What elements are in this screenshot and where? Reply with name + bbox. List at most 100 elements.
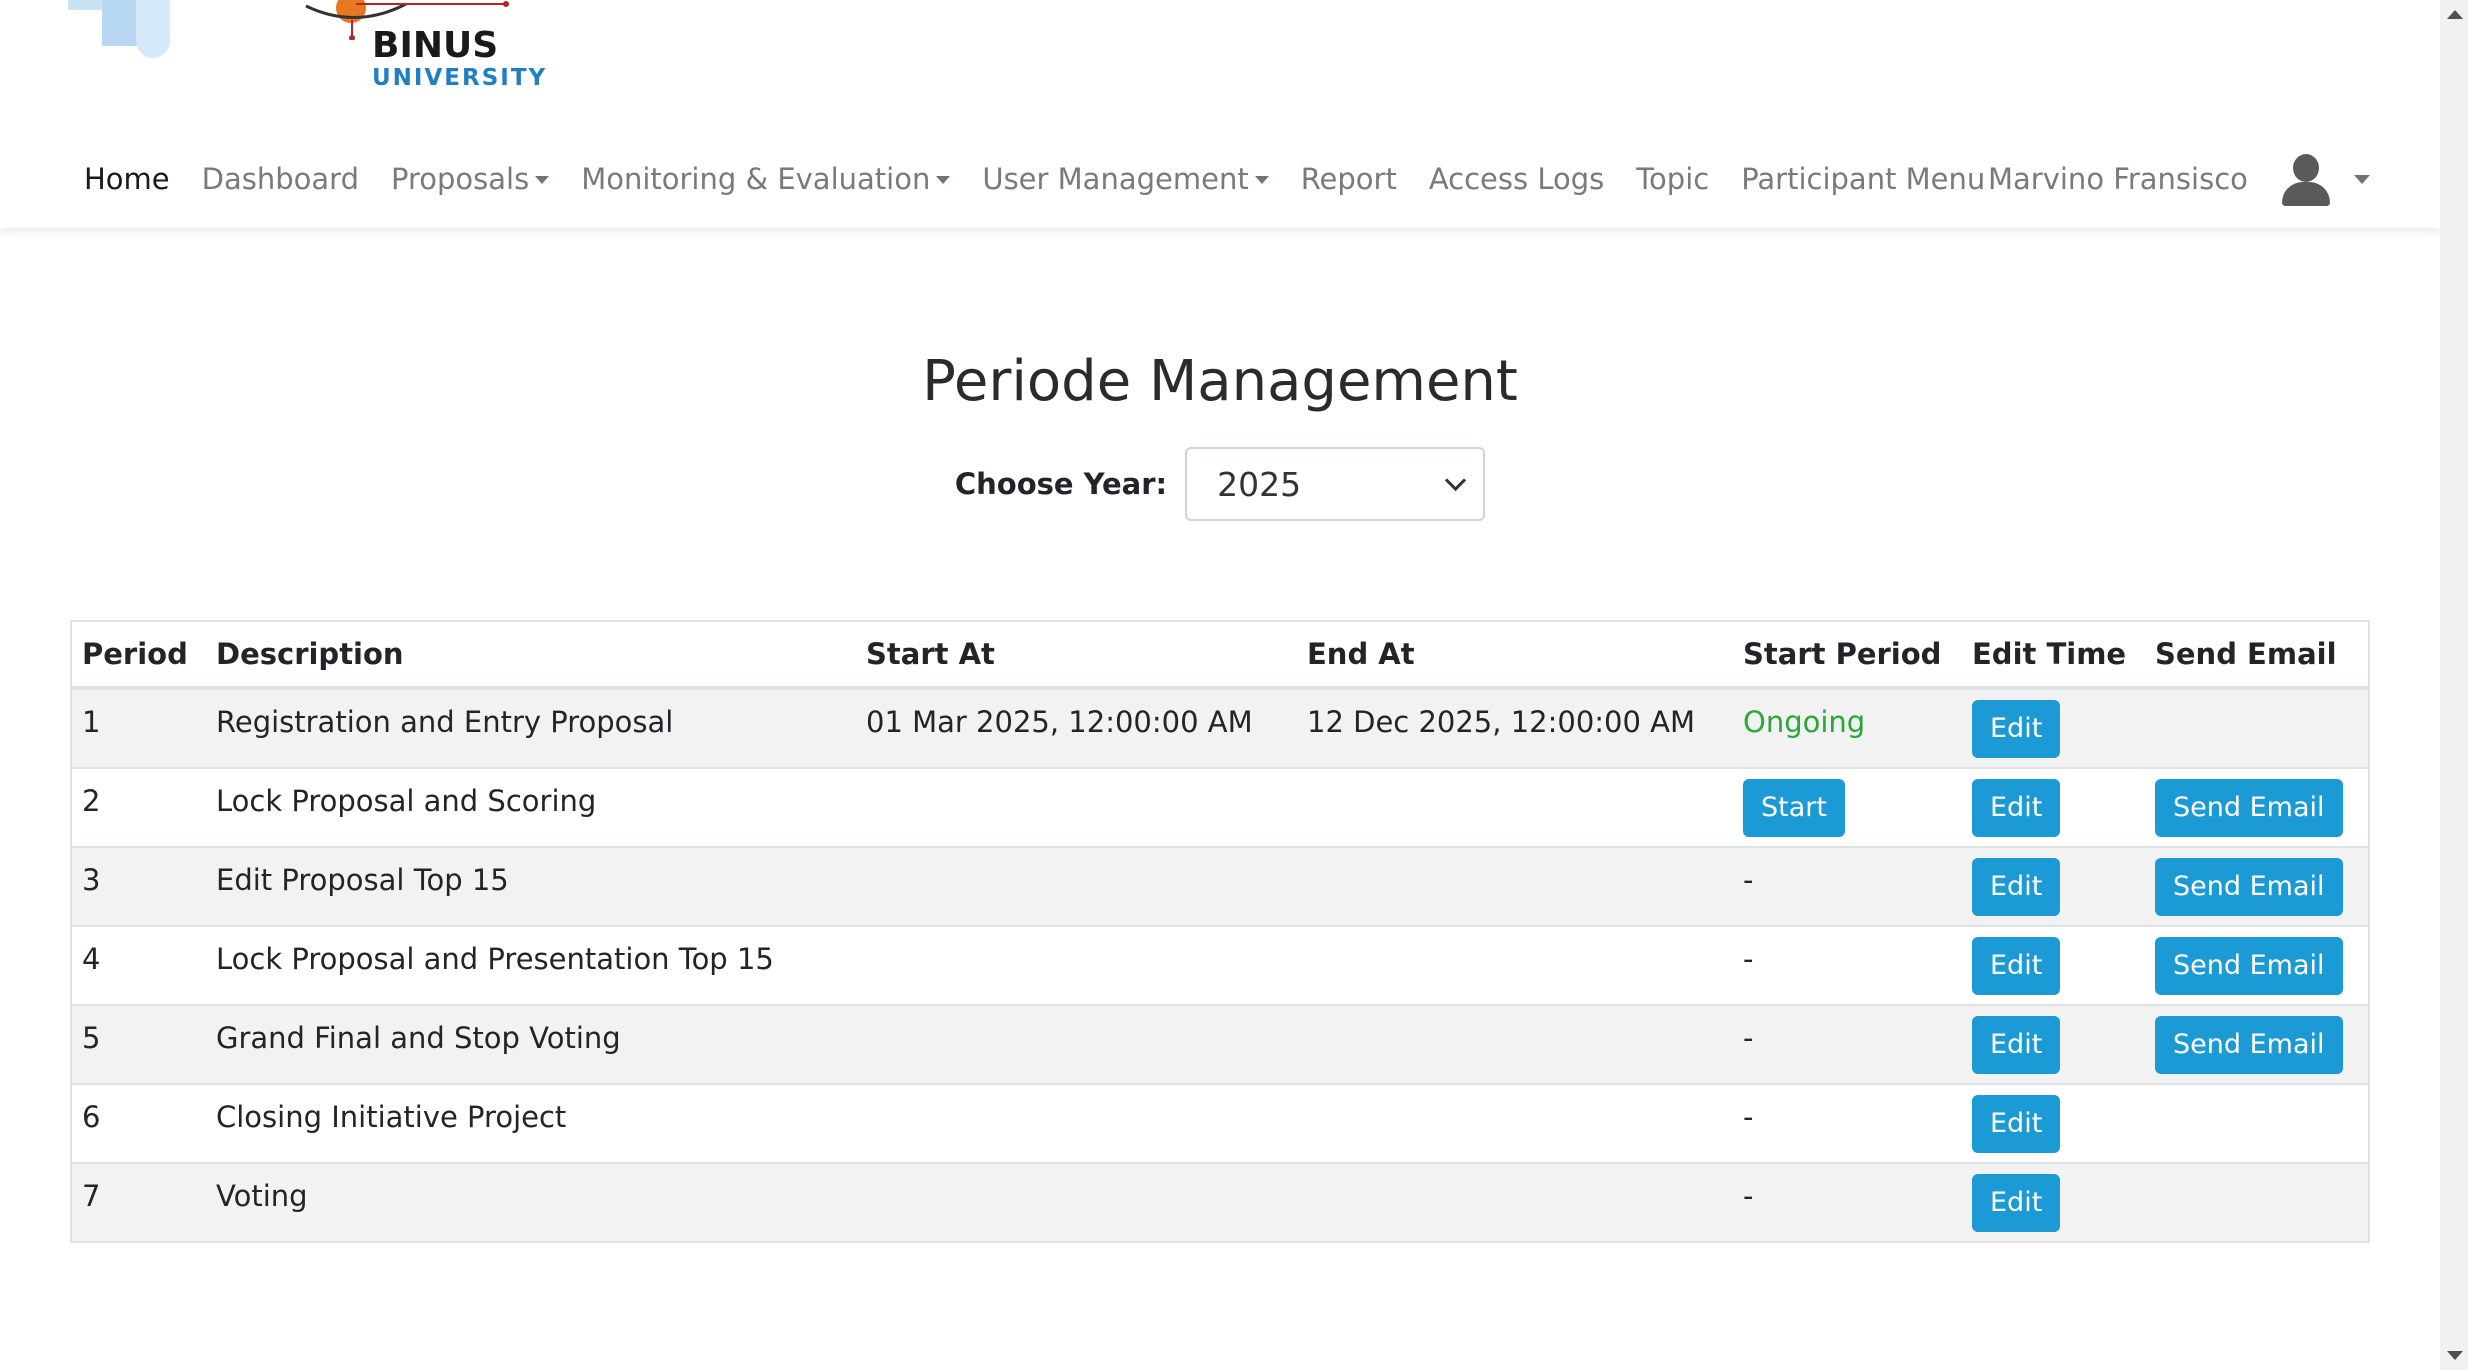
nav-access-logs-label: Access Logs: [1428, 162, 1605, 196]
header-start-at: Start At: [856, 622, 1297, 690]
cell-start-period: Start: [1733, 767, 1962, 847]
user-avatar-icon[interactable]: [2280, 152, 2332, 206]
period-description: Closing Initiative Project: [216, 1100, 567, 1134]
caret-down-icon: [1254, 176, 1269, 184]
cell-description: Voting: [206, 1162, 856, 1241]
cell-start-period: -: [1733, 1162, 1962, 1241]
edit-button[interactable]: Edit: [1972, 779, 2061, 837]
cell-period: 3: [72, 846, 206, 926]
cell-period: 4: [72, 925, 206, 1005]
period-description: Lock Proposal and Scoring: [216, 784, 597, 818]
cell-period: 5: [72, 1004, 206, 1084]
start-period-dash: -: [1743, 1100, 1754, 1134]
cell-period: 2: [72, 767, 206, 847]
period-description: Voting: [216, 1179, 308, 1213]
nav-report-label: Report: [1300, 162, 1397, 196]
send-email-button[interactable]: Send Email: [2155, 858, 2343, 916]
cell-send-email: [2145, 1083, 2368, 1163]
start-at-value: 01 Mar 2025, 12:00:00 AM: [866, 705, 1253, 739]
send-email-button[interactable]: Send Email: [2155, 1016, 2343, 1074]
user-dropdown-caret-icon[interactable]: [2353, 174, 2370, 184]
user-menu[interactable]: Marvino Fransisco: [1988, 150, 2370, 208]
cell-send-email: Send Email: [2145, 1004, 2368, 1084]
period-description: Registration and Entry Proposal: [216, 705, 674, 739]
table-row: 2 Lock Proposal and Scoring Start Edit S…: [72, 767, 2368, 847]
status-ongoing: Ongoing: [1743, 705, 1866, 739]
page-title: Periode Management: [922, 349, 1518, 414]
cell-send-email: Send Email: [2145, 925, 2368, 1005]
year-select[interactable]: 2025: [1185, 447, 1486, 521]
nav-dashboard[interactable]: Dashboard: [186, 162, 375, 196]
nav-user-management-label: User Management: [982, 162, 1249, 196]
nav-participant-menu[interactable]: Participant Menu: [1725, 162, 2001, 196]
cell-start-at: [856, 846, 1297, 926]
nav-home[interactable]: Home: [68, 162, 186, 196]
binus-logo[interactable]: BINUS UNIVERSITY: [68, 0, 545, 100]
edit-button[interactable]: Edit: [1972, 858, 2061, 916]
scroll-up-arrow-icon[interactable]: [2447, 10, 2463, 19]
nav-monitoring-dropdown[interactable]: Monitoring & Evaluation: [565, 162, 966, 196]
edit-button[interactable]: Edit: [1972, 937, 2061, 995]
year-filter: Choose Year: 2025: [0, 446, 2440, 522]
cell-start-period: -: [1733, 925, 1962, 1005]
year-label: Choose Year:: [954, 467, 1168, 501]
cell-edit-time: Edit: [1962, 1083, 2145, 1163]
cell-send-email: Send Email: [2145, 846, 2368, 926]
period-table: Period Description Start At End At Start…: [70, 620, 2370, 1243]
logo-squares-icon: [68, 0, 178, 60]
nav-report[interactable]: Report: [1285, 162, 1413, 196]
header-description: Description: [206, 622, 856, 690]
nav-access-logs[interactable]: Access Logs: [1413, 162, 1620, 196]
cell-start-at: [856, 1004, 1297, 1084]
cell-edit-time: Edit: [1962, 1162, 2145, 1241]
send-email-button[interactable]: Send Email: [2155, 937, 2343, 995]
start-period-dash: -: [1743, 863, 1754, 897]
edit-button[interactable]: Edit: [1972, 1016, 2061, 1074]
nav-proposals-dropdown[interactable]: Proposals: [375, 162, 565, 196]
header-end-at: End At: [1297, 622, 1733, 690]
cell-start-period: -: [1733, 1004, 1962, 1084]
period-number: 1: [82, 705, 101, 739]
cell-start-period: -: [1733, 1083, 1962, 1163]
top-navbar: BINUS UNIVERSITY Home Dashboard Proposal…: [0, 0, 2440, 228]
cell-description: Lock Proposal and Presentation Top 15: [206, 925, 856, 1005]
cell-end-at: [1297, 846, 1733, 926]
cell-start-period: -: [1733, 846, 1962, 926]
cell-start-period: Ongoing: [1733, 688, 1962, 768]
cell-start-at: [856, 925, 1297, 1005]
period-number: 2: [82, 784, 101, 818]
cell-edit-time: Edit: [1962, 925, 2145, 1005]
table-row: 4 Lock Proposal and Presentation Top 15 …: [72, 925, 2368, 1005]
chevron-down-icon: [1445, 469, 1467, 491]
nav-dashboard-label: Dashboard: [201, 162, 359, 196]
period-number: 4: [82, 942, 101, 976]
nav-topic[interactable]: Topic: [1620, 162, 1725, 196]
cell-send-email: Send Email: [2145, 767, 2368, 847]
nav-user-management-dropdown[interactable]: User Management: [966, 162, 1284, 196]
cell-end-at: [1297, 925, 1733, 1005]
cell-end-at: [1297, 767, 1733, 847]
send-email-button[interactable]: Send Email: [2155, 779, 2343, 837]
scroll-down-arrow-icon[interactable]: [2447, 1351, 2463, 1360]
header-send-email: Send Email: [2145, 622, 2368, 690]
edit-button[interactable]: Edit: [1972, 1095, 2061, 1153]
edit-button[interactable]: Edit: [1972, 1174, 2061, 1232]
table-row: 6 Closing Initiative Project - Edit: [72, 1083, 2368, 1163]
year-select-value: 2025: [1217, 464, 1302, 504]
vertical-scrollbar[interactable]: [2440, 0, 2468, 1370]
scrollbar-thumb[interactable]: [2444, 110, 2464, 1130]
start-button[interactable]: Start: [1743, 779, 1845, 837]
cell-start-at: [856, 767, 1297, 847]
header-edit-time: Edit Time: [1962, 622, 2145, 690]
logo-text-university: UNIVERSITY: [372, 65, 548, 91]
nav-topic-label: Topic: [1636, 162, 1710, 196]
cell-send-email: [2145, 688, 2368, 768]
table-header-row: Period Description Start At End At Start…: [72, 622, 2368, 690]
table-row: 1 Registration and Entry Proposal 01 Mar…: [72, 688, 2368, 768]
start-period-dash: -: [1743, 942, 1754, 976]
header-start-period: Start Period: [1733, 622, 1962, 690]
period-description: Lock Proposal and Presentation Top 15: [216, 942, 774, 976]
edit-button[interactable]: Edit: [1972, 700, 2061, 758]
period-number: 7: [82, 1179, 101, 1213]
period-description: Edit Proposal Top 15: [216, 863, 509, 897]
